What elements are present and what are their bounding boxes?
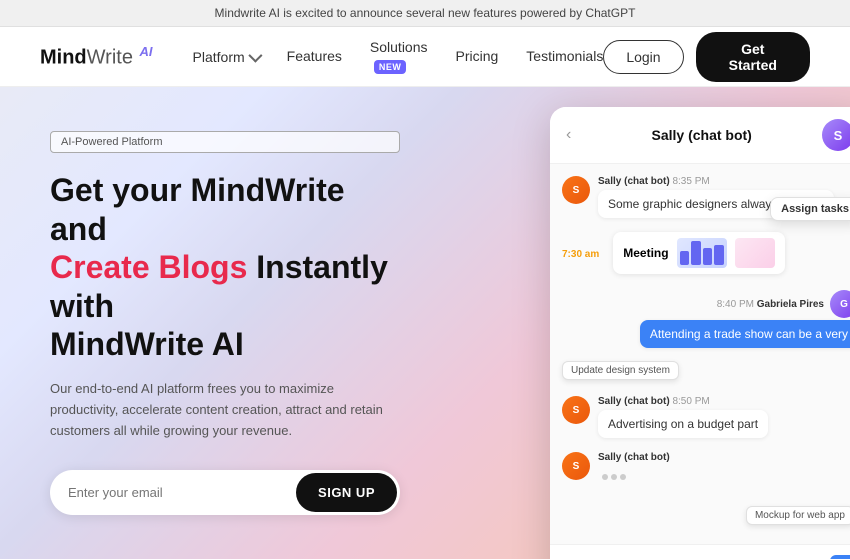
msg-sender-2: Sally (chat bot) bbox=[598, 396, 670, 407]
gabriela-message-group: 8:40 PM Gabriela Pires G Attending a tra… bbox=[562, 290, 850, 348]
msg-sender-1: Sally (chat bot) bbox=[598, 176, 670, 187]
send-button[interactable]: ➤ bbox=[830, 555, 850, 559]
hero-title-line1: Get your MindWrite and bbox=[50, 172, 345, 246]
typing-sender: Sally (chat bot) bbox=[598, 452, 670, 463]
meeting-label: Meeting bbox=[623, 246, 668, 260]
nav-item-solutions[interactable]: Solutions NEW bbox=[370, 39, 428, 75]
meeting-time: 7:30 am bbox=[562, 249, 599, 260]
dot-1 bbox=[602, 474, 608, 480]
chat-messages: S Sally (chat bot) 8:35 PM Some graphic … bbox=[550, 164, 850, 544]
meeting-card: Meeting bbox=[613, 232, 784, 274]
logo-mind: Mind bbox=[40, 46, 87, 68]
nav-item-features[interactable]: Features bbox=[287, 48, 342, 66]
mini-bar-2 bbox=[691, 241, 701, 265]
mini-image bbox=[735, 238, 775, 268]
hero-subtitle: Our end-to-end AI platform frees you to … bbox=[50, 379, 400, 441]
mini-bar-3 bbox=[703, 248, 713, 265]
gabriela-avatar: G bbox=[830, 290, 850, 318]
new-badge: NEW bbox=[374, 60, 407, 74]
get-started-button[interactable]: Get Started bbox=[696, 32, 810, 82]
dot-2 bbox=[611, 474, 617, 480]
hero-title-line3: MindWrite AI bbox=[50, 326, 244, 362]
nav-item-testimonials[interactable]: Testimonials bbox=[526, 48, 603, 66]
assign-tasks-tag: Assign tasks bbox=[770, 197, 850, 221]
meeting-card-row: 7:30 am Meeting bbox=[562, 232, 850, 276]
msg-time-2: 8:50 PM bbox=[672, 396, 709, 407]
hero-left: AI-Powered Platform Get your MindWrite a… bbox=[0, 87, 440, 559]
announcement-bar: Mindwrite AI is excited to announce seve… bbox=[0, 0, 850, 27]
back-icon[interactable]: ‹ bbox=[566, 126, 571, 144]
mini-bar-4 bbox=[714, 245, 724, 265]
chat-typing-row: S Sally (chat bot) bbox=[562, 452, 850, 488]
msg-content-2: Sally (chat bot) 8:50 PM Advertising on … bbox=[598, 396, 850, 438]
dot-3 bbox=[620, 474, 626, 480]
update-design-tag: Update design system bbox=[562, 361, 679, 380]
nav-links: Platform Features Solutions NEW Pricing … bbox=[193, 39, 604, 75]
typing-dots bbox=[598, 466, 850, 488]
nav-item-platform[interactable]: Platform bbox=[193, 49, 259, 65]
logo-ai: AI bbox=[140, 44, 153, 59]
email-input[interactable] bbox=[50, 473, 293, 512]
hero-title: Get your MindWrite and Create Blogs Inst… bbox=[50, 171, 400, 363]
nav-item-pricing[interactable]: Pricing bbox=[456, 48, 499, 66]
logo: MindWrite AI bbox=[40, 44, 153, 70]
msg-meta-1: Sally (chat bot) 8:35 PM bbox=[598, 176, 850, 187]
sally-avatar-2: S bbox=[562, 396, 590, 424]
chat-avatar: S bbox=[822, 119, 850, 151]
mockup-tag: Mockup for web app bbox=[746, 506, 850, 525]
signup-button[interactable]: SIGN UP bbox=[296, 473, 397, 512]
nav-link-features[interactable]: Features bbox=[287, 48, 342, 64]
mini-bar-1 bbox=[680, 251, 690, 265]
sally-avatar-3: S bbox=[562, 452, 590, 480]
email-form: SIGN UP bbox=[50, 470, 400, 515]
gabriela-row: 8:40 PM Gabriela Pires G bbox=[562, 290, 850, 318]
ai-badge: AI-Powered Platform bbox=[50, 131, 400, 153]
chat-input-bar: Type to add your comment ➤ bbox=[550, 544, 850, 559]
hero-title-highlight: Create Blogs bbox=[50, 249, 247, 285]
hero-section: AI-Powered Platform Get your MindWrite a… bbox=[0, 87, 850, 559]
mini-chart bbox=[677, 238, 727, 268]
announcement-text: Mindwrite AI is excited to announce seve… bbox=[215, 6, 636, 20]
gabriela-sender: Gabriela Pires bbox=[757, 299, 824, 310]
msg-time-1: 8:35 PM bbox=[672, 176, 709, 187]
typing-content: Sally (chat bot) bbox=[598, 452, 850, 488]
nav-link-testimonials[interactable]: Testimonials bbox=[526, 48, 603, 64]
nav-link-platform[interactable]: Platform bbox=[193, 49, 259, 65]
navbar: MindWrite AI Platform Features Solutions… bbox=[0, 27, 850, 87]
chat-message-2: S Sally (chat bot) 8:50 PM Advertising o… bbox=[562, 396, 850, 438]
chat-window: ‹ Sally (chat bot) S S Sally (chat bot) … bbox=[550, 107, 850, 559]
sally-avatar: S bbox=[562, 176, 590, 204]
login-button[interactable]: Login bbox=[603, 40, 683, 74]
nav-link-solutions[interactable]: Solutions NEW bbox=[370, 39, 428, 73]
gabriela-meta: 8:40 PM Gabriela Pires bbox=[717, 299, 824, 310]
msg-meta-2: Sally (chat bot) 8:50 PM bbox=[598, 396, 850, 407]
msg-bubble-2: Advertising on a budget part bbox=[598, 410, 768, 438]
hero-right: Assign tasks ‹ Sally (chat bot) S S Sall… bbox=[530, 107, 850, 559]
gabriela-time: 8:40 PM bbox=[717, 299, 757, 310]
typing-meta: Sally (chat bot) bbox=[598, 452, 850, 463]
gabriela-bubble-row: Attending a trade show can be a very bbox=[562, 320, 850, 348]
chevron-down-icon bbox=[248, 48, 262, 62]
update-tag-row: Update design system bbox=[562, 360, 850, 386]
nav-link-pricing[interactable]: Pricing bbox=[456, 48, 499, 64]
logo-write: Write bbox=[87, 46, 133, 68]
chat-header: ‹ Sally (chat bot) S bbox=[550, 107, 850, 164]
gabriela-bubble: Attending a trade show can be a very bbox=[640, 320, 850, 348]
nav-actions: Login Get Started bbox=[603, 32, 810, 82]
chat-title: Sally (chat bot) bbox=[581, 127, 822, 143]
